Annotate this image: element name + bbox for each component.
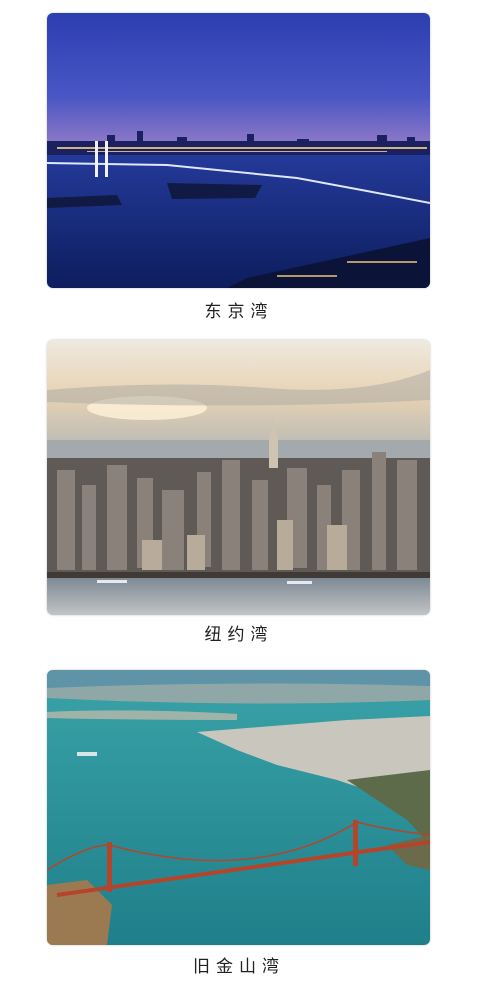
caption-tokyo-bay: 东京湾 bbox=[204, 302, 274, 322]
tokyo-bay-image bbox=[47, 13, 430, 288]
new-york-bay-photo bbox=[47, 340, 430, 615]
tokyo-bay-photo bbox=[47, 13, 430, 288]
new-york-bay-image bbox=[47, 340, 430, 615]
san-francisco-bay-image bbox=[47, 670, 430, 945]
caption-san-francisco-bay: 旧金山湾 bbox=[193, 957, 285, 977]
san-francisco-bay-photo bbox=[47, 670, 430, 945]
caption-new-york-bay: 纽约湾 bbox=[204, 625, 274, 645]
